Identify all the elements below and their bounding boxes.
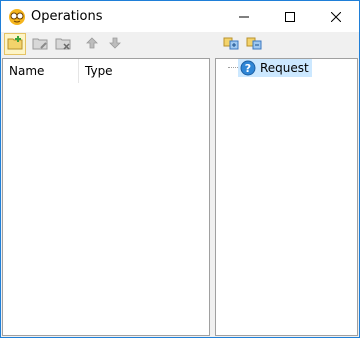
maximize-icon: [285, 11, 295, 22]
operations-window: Operations Name Type ? Request: [0, 0, 360, 338]
minimize-icon: [239, 12, 249, 22]
tree-collapse-icon: [246, 35, 262, 54]
close-icon: [331, 11, 341, 22]
column-header-type[interactable]: Type: [79, 59, 113, 83]
arrow-up-icon: [85, 36, 99, 53]
window-title: Operations: [31, 9, 103, 24]
arrow-down-icon: [108, 36, 122, 53]
glasses-icon: [8, 8, 26, 26]
title-bar[interactable]: Operations: [1, 1, 359, 32]
edit-operation-button[interactable]: [29, 33, 51, 55]
list-header: Name Type: [3, 59, 209, 83]
tree-toolbar: [215, 32, 359, 56]
svg-text:?: ?: [245, 62, 251, 75]
minimize-button[interactable]: [221, 1, 267, 32]
delete-operation-button[interactable]: [52, 33, 74, 55]
move-up-button[interactable]: [81, 33, 103, 55]
tree-expand-icon: [223, 35, 239, 54]
operations-tree[interactable]: ? Request: [215, 58, 358, 336]
column-header-name[interactable]: Name: [3, 59, 79, 83]
pane-splitter[interactable]: [211, 58, 214, 336]
folder-edit-icon: [32, 35, 48, 54]
tree-connector: [228, 67, 238, 69]
expand-tree-button[interactable]: [220, 33, 242, 55]
operations-list[interactable]: Name Type: [2, 58, 210, 336]
folder-add-icon: [7, 35, 23, 54]
move-down-button[interactable]: [104, 33, 126, 55]
close-button[interactable]: [313, 1, 359, 32]
folder-delete-icon: [55, 35, 71, 54]
tree-node-request[interactable]: ? Request: [228, 59, 312, 77]
operations-toolbar: [1, 32, 212, 56]
add-operation-button[interactable]: [4, 33, 26, 55]
tree-item-selected[interactable]: ? Request: [238, 59, 312, 77]
maximize-button[interactable]: [267, 1, 313, 32]
tree-item-label: Request: [260, 61, 309, 75]
collapse-tree-button[interactable]: [243, 33, 265, 55]
help-icon: ?: [240, 60, 256, 76]
